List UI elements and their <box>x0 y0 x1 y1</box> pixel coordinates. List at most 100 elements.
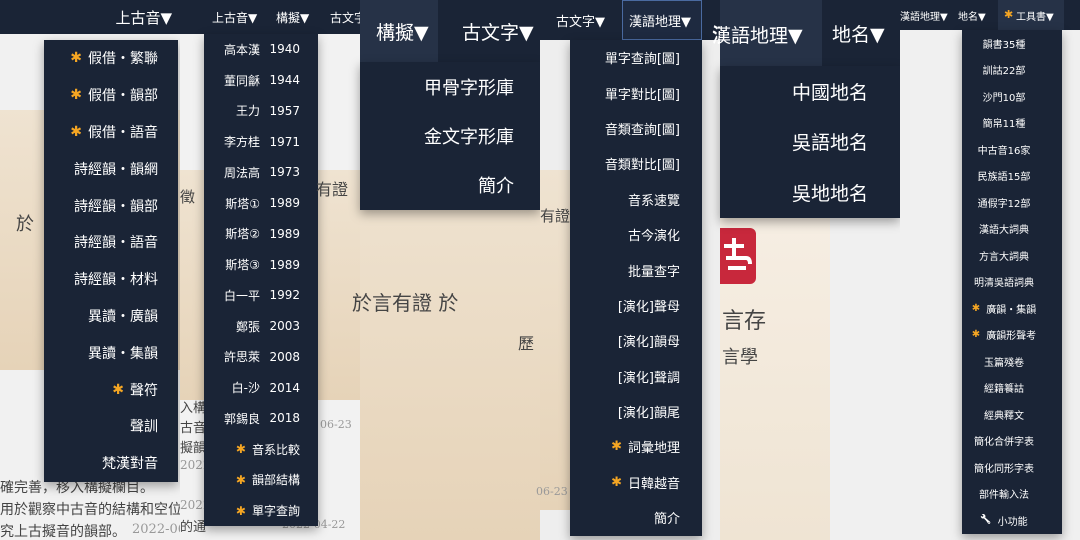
menu-item[interactable]: 單字查詢[圖] <box>570 40 702 75</box>
menu-item[interactable]: 簡介 <box>360 160 540 209</box>
menu-item[interactable]: 董同龢 1944 <box>204 65 318 96</box>
menu-item[interactable]: 通假字12部 <box>962 189 1062 216</box>
menu-item[interactable]: 斯塔② 1989 <box>204 219 318 250</box>
menu-item[interactable]: 鄭張 2003 <box>204 311 318 342</box>
nav-chinese-geography[interactable]: 漢語地理▼ <box>629 11 691 30</box>
panel-5: 言存 言學 漢語地理▼ 地名▼ 漢語地理▼ 中國地名吳語地名吳地地名 <box>712 0 900 540</box>
star-icon: ✱ <box>971 302 981 314</box>
menu-item-label: 周法高 <box>223 165 260 180</box>
menu-item[interactable]: ✱ 廣韻形聲考 <box>962 322 1062 349</box>
menu-item-label: 假借・繁聯 <box>88 51 158 68</box>
nav-reconstruction[interactable]: 構擬▼ <box>276 9 309 26</box>
menu-item-year: 2003 <box>269 319 300 334</box>
menu-item[interactable]: 郭錫良 2018 <box>204 403 318 434</box>
menu-item-label: 中國地名 <box>791 81 868 104</box>
menu-item[interactable]: 🔧 小功能 <box>962 507 1062 534</box>
nav-chinese-geography[interactable]: 漢語地理▼ <box>712 21 803 48</box>
menu-item-label: 異讀・集韻 <box>88 345 158 362</box>
menu-item[interactable]: 古今演化 <box>570 217 702 252</box>
menu-item[interactable]: 批量查字 <box>570 252 702 287</box>
menu-item-label: 經典釋文 <box>984 410 1024 422</box>
menu-item[interactable]: 簡化同形字表 <box>962 454 1062 481</box>
menu-item[interactable]: 方言大詞典 <box>962 242 1062 269</box>
menu-item[interactable]: 白一平 1992 <box>204 280 318 311</box>
menu-item[interactable]: 金文字形庫 <box>360 111 540 160</box>
bg-text: 有證 <box>316 180 349 199</box>
menu-item[interactable]: 漢語大詞典 <box>962 216 1062 243</box>
menu-item[interactable]: 經典釋文 <box>962 401 1062 428</box>
nav-upper-old-chinese[interactable]: 上古音▼ <box>212 9 257 26</box>
menu-item[interactable]: 吳語地名 <box>720 117 900 168</box>
menu-item[interactable]: 甲骨字形庫 <box>360 62 540 111</box>
menu-item[interactable]: 音類對比[圖] <box>570 146 702 181</box>
menu-item[interactable]: 周法高 1973 <box>204 157 318 188</box>
menu-item[interactable]: 斯塔① 1989 <box>204 188 318 219</box>
menu-item[interactable]: 音系速覽 <box>570 182 702 217</box>
menu-item[interactable]: [演化]聲母 <box>570 288 702 323</box>
menu-item[interactable]: 簡介 <box>570 500 702 535</box>
menu-item[interactable]: 吳地地名 <box>720 167 900 218</box>
menu-item[interactable]: 音類查詢[圖] <box>570 111 702 146</box>
nav-place-names[interactable]: 地名▼ <box>832 20 885 47</box>
menu-item[interactable]: ✱ 聲符 <box>44 371 178 408</box>
menu-item[interactable]: 聲訓 <box>44 408 178 445</box>
menu-item[interactable]: 王力 1957 <box>204 96 318 127</box>
nav-reference-books[interactable]: 工具書▼ <box>1016 8 1054 23</box>
menu-item[interactable]: 簡化合併字表 <box>962 428 1062 455</box>
menu-item[interactable]: ✱ 詞彙地理 <box>570 429 702 464</box>
menu-item[interactable]: 異讀・廣韻 <box>44 298 178 335</box>
menu-item[interactable]: 明清吳語詞典 <box>962 269 1062 296</box>
nav-reconstruction[interactable]: 構擬▼ <box>376 18 429 45</box>
nav-old-script[interactable]: 古文字▼ <box>556 11 605 30</box>
menu-item[interactable]: 中古音16家 <box>962 136 1062 163</box>
menu-item[interactable]: 李方桂 1971 <box>204 126 318 157</box>
nav-old-script[interactable]: 古文字▼ <box>462 18 534 45</box>
menu-item-label: 王力 <box>235 104 260 119</box>
menu-item[interactable]: 經籍籑詁 <box>962 375 1062 402</box>
menu-item[interactable]: 白-沙 2014 <box>204 372 318 403</box>
menu-item[interactable]: ✱ 假借・韻部 <box>44 77 178 114</box>
menu-item[interactable]: ✱ 假借・語音 <box>44 114 178 151</box>
menu-item[interactable]: 簡帛11種 <box>962 110 1062 137</box>
menu-item[interactable]: 許思萊 2008 <box>204 342 318 373</box>
menu-item-label: 漢語大詞典 <box>979 225 1029 237</box>
menu-item[interactable]: 高本漢 1940 <box>204 34 318 65</box>
menu-item-label: 廣韻形聲考 <box>986 331 1037 343</box>
menu-item-label: 高本漢 <box>223 42 260 57</box>
nav-place-names[interactable]: 地名▼ <box>958 8 986 23</box>
menu-item[interactable]: 部件輸入法 <box>962 481 1062 508</box>
menu-item[interactable]: 異讀・集韻 <box>44 334 178 371</box>
menu-item-label: 詩經韻・韻部 <box>74 198 158 215</box>
menu-item[interactable]: 斯塔③ 1989 <box>204 249 318 280</box>
menu-item[interactable]: ✱ 單字查詢 <box>204 495 318 526</box>
menu-item[interactable]: [演化]韻母 <box>570 323 702 358</box>
bg-text: 的通 <box>180 520 207 535</box>
menu-item[interactable]: [演化]聲調 <box>570 359 702 394</box>
star-icon: ✱ <box>70 50 82 67</box>
menu-item[interactable]: ✱ 韻部結構 <box>204 465 318 496</box>
menu-item[interactable]: 韻書35種 <box>962 30 1062 57</box>
menu-item-label: 簡介 <box>478 175 514 197</box>
menu-item[interactable]: 詩經韻・韻網 <box>44 150 178 187</box>
menu-item-label: 金文字形庫 <box>424 126 514 148</box>
menu-item[interactable]: 玉篇殘卷 <box>962 348 1062 375</box>
menu-item-label: 簡化同形字表 <box>974 463 1034 475</box>
menu-item-label: 小功能 <box>997 516 1028 528</box>
nav-chinese-geography[interactable]: 漢語地理▼ <box>900 8 948 23</box>
menu-item[interactable]: ✱ 日韓越音 <box>570 465 702 500</box>
menu-item[interactable]: [演化]韻尾 <box>570 394 702 429</box>
menu-item[interactable]: 梵漢對音 <box>44 445 178 482</box>
nav-upper-old-chinese[interactable]: 上古音▼ <box>115 7 172 28</box>
menu-item[interactable]: 單字對比[圖] <box>570 75 702 110</box>
menu-item[interactable]: 沙門10部 <box>962 83 1062 110</box>
menu-item[interactable]: 民族語15部 <box>962 163 1062 190</box>
menu-item[interactable]: ✱ 音系比較 <box>204 434 318 465</box>
menu-item[interactable]: 中國地名 <box>720 66 900 117</box>
menu-item[interactable]: 詩經韻・語音 <box>44 224 178 261</box>
menu-item[interactable]: 詩經韻・韻部 <box>44 187 178 224</box>
menu-item[interactable]: 詩經韻・材料 <box>44 261 178 298</box>
menu-item[interactable]: ✱ 假借・繁聯 <box>44 40 178 77</box>
menu-item[interactable]: ✱ 廣韻・集韻 <box>962 295 1062 322</box>
menu-item-label: 斯塔① <box>225 196 260 211</box>
menu-item[interactable]: 訓詁22部 <box>962 57 1062 84</box>
